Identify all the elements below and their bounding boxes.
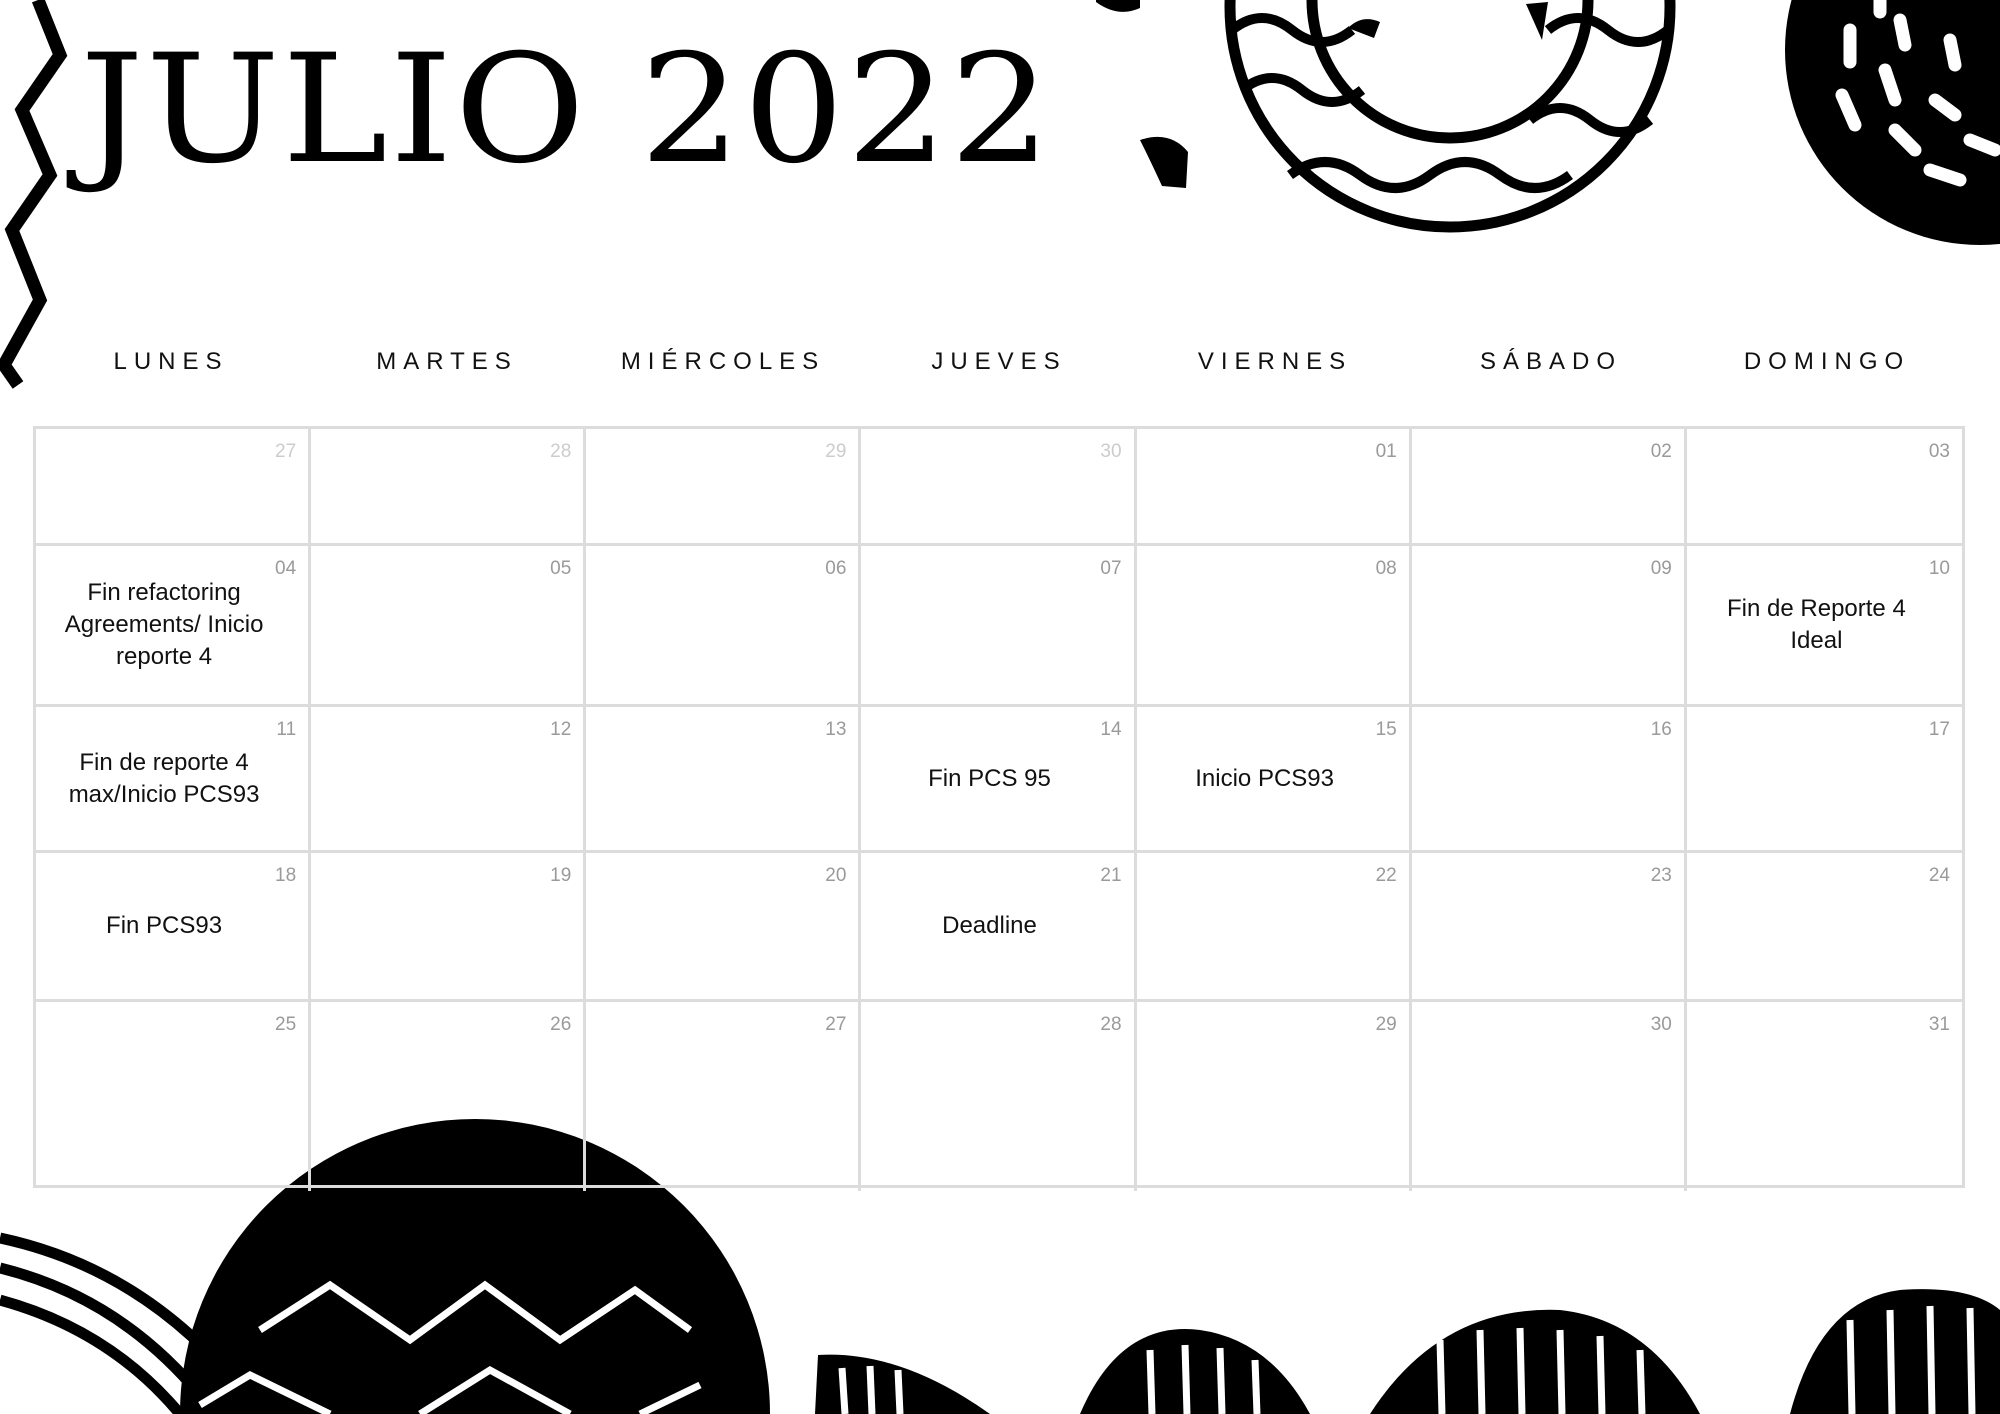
calendar-day-cell[interactable]: 08 — [1136, 546, 1412, 707]
calendar-grid: 27 28 29 30 01 02 03 04 Fin refactoring Agreemen… — [33, 426, 1965, 1191]
day-event-note: Fin de reporte 4 max/Inicio PCS93 — [68, 748, 260, 808]
day-number: 04 — [275, 558, 297, 579]
day-number: 10 — [1928, 558, 1950, 579]
day-number: 15 — [1375, 719, 1397, 740]
day-number: 30 — [1100, 441, 1122, 462]
day-number: 29 — [1375, 1014, 1397, 1035]
day-number: 24 — [1928, 865, 1950, 886]
calendar-day-cell[interactable]: 07 — [861, 546, 1137, 707]
circle-decoration — [1785, 0, 2000, 245]
day-number: 27 — [825, 1014, 847, 1035]
day-number: 26 — [550, 1014, 572, 1035]
calendar-day-cell[interactable]: 26 — [311, 1002, 587, 1191]
calendar-day-cell[interactable]: 25 — [36, 1002, 312, 1191]
day-event-note: Inicio PCS93 — [1195, 764, 1334, 792]
calendar-day-cell[interactable]: 19 — [311, 853, 587, 1002]
day-number: 20 — [825, 865, 847, 886]
day-number: 25 — [275, 1014, 297, 1035]
calendar-day-cell[interactable]: 02 — [1411, 429, 1687, 546]
calendar-day-cell[interactable]: 28 — [861, 1002, 1137, 1191]
calendar-day-cell[interactable]: 27 — [36, 429, 312, 546]
calendar-day-cell[interactable]: 22 — [1136, 853, 1412, 1002]
calendar-day-cell[interactable]: 18 Fin PCS93 — [36, 853, 312, 1002]
day-event-note: Fin de Reporte 4 Ideal — [1727, 595, 1906, 654]
calendar-day-cell[interactable]: 28 — [311, 429, 587, 546]
calendar-day-cell[interactable]: 16 — [1411, 707, 1687, 853]
calendar-day-cell[interactable]: 15 Inicio PCS93 — [1136, 707, 1412, 853]
weekday-header-sabado: SÁBADO — [1479, 348, 1623, 375]
calendar-day-cell[interactable]: 01 — [1136, 429, 1412, 546]
zigzag-decoration — [0, 0, 68, 389]
calendar-day-cell[interactable]: 12 — [311, 707, 587, 853]
blob-decoration — [1140, 136, 1188, 188]
day-event-note: Deadline — [942, 912, 1037, 939]
calendar-day-cell[interactable]: 30 — [861, 429, 1137, 546]
day-number: 31 — [1928, 1014, 1950, 1035]
calendar-day-cell[interactable]: 17 — [1686, 707, 1962, 853]
day-number: 18 — [275, 865, 297, 886]
weekday-header-row: LUNES MARTES MIÉRCOLES JUEVES VIERNES SÁ… — [33, 340, 1965, 384]
weekday-header-lunes: LUNES — [113, 348, 229, 375]
arcs-decoration — [0, 1232, 255, 1414]
day-number: 07 — [1100, 558, 1122, 579]
calendar-day-cell[interactable]: 30 — [1412, 1002, 1687, 1191]
day-event-note: Fin PCS 95 — [928, 764, 1051, 792]
calendar-day-cell[interactable]: 14 Fin PCS 95 — [861, 707, 1137, 853]
day-number: 02 — [1650, 441, 1672, 462]
day-number: 22 — [1375, 865, 1397, 886]
weekday-header-domingo: DOMINGO — [1743, 348, 1911, 375]
weekday-header-martes: MARTES — [376, 348, 518, 375]
calendar-day-cell[interactable]: 20 — [586, 853, 862, 1002]
day-event-note: Fin refactoring Agreements/ Inicio repor… — [64, 579, 264, 670]
day-number: 29 — [825, 441, 847, 462]
weekday-header-miercoles: MIÉRCOLES — [620, 348, 826, 375]
day-number: 23 — [1650, 865, 1672, 886]
day-number: 05 — [550, 558, 572, 579]
day-number: 13 — [825, 719, 847, 740]
day-number: 14 — [1100, 719, 1122, 740]
calendar-day-cell[interactable]: 06 — [586, 546, 862, 707]
blob-decoration — [1096, 0, 1140, 12]
day-number: 12 — [550, 719, 572, 740]
calendar-day-cell[interactable]: 11 Fin de reporte 4 max/Inicio PCS93 — [36, 707, 312, 853]
calendar-day-cell[interactable]: 09 — [1411, 546, 1687, 707]
calendar-day-cell[interactable]: 10 Fin de Reporte 4 Ideal — [1686, 546, 1962, 707]
weekday-header-jueves: JUEVES — [931, 348, 1067, 375]
calendar-day-cell[interactable]: 29 — [1137, 1002, 1412, 1191]
day-number: 03 — [1928, 441, 1950, 462]
day-number: 27 — [275, 441, 297, 462]
calendar-day-cell[interactable]: 27 — [586, 1002, 862, 1191]
day-number: 11 — [276, 719, 297, 740]
day-event-note: Fin PCS93 — [106, 912, 223, 939]
calendar-day-cell[interactable]: 21 Deadline — [861, 853, 1137, 1002]
day-number: 28 — [1100, 1014, 1122, 1035]
calendar-day-cell[interactable]: 29 — [586, 429, 862, 546]
calendar-day-cell[interactable]: 13 — [586, 707, 862, 853]
calendar-day-cell[interactable]: 31 — [1687, 1002, 1962, 1191]
calendar-title: JULIO 2022 — [80, 23, 1053, 197]
calendar-day-cell[interactable]: 05 — [311, 546, 587, 707]
day-number: 08 — [1375, 558, 1397, 579]
day-number: 06 — [825, 558, 847, 579]
calendar-day-cell[interactable]: 24 — [1686, 853, 1962, 1002]
calendar-day-cell[interactable]: 03 — [1686, 429, 1962, 546]
calendar-day-cell[interactable]: 23 — [1411, 853, 1687, 1002]
day-number: 21 — [1100, 865, 1122, 886]
calendar-day-cell[interactable]: 04 Fin refactoring Agreements/ Inicio rep… — [36, 546, 312, 707]
day-number: 16 — [1650, 719, 1672, 740]
striped-shells-decoration — [815, 1289, 2000, 1414]
sun-decoration — [1224, 0, 1676, 233]
day-number: 17 — [1928, 719, 1950, 740]
day-number: 30 — [1650, 1014, 1672, 1035]
day-number: 19 — [550, 865, 572, 886]
day-number: 28 — [550, 441, 572, 462]
day-number: 01 — [1375, 441, 1397, 462]
day-number: 09 — [1650, 558, 1672, 579]
weekday-header-viernes: VIERNES — [1197, 348, 1353, 375]
